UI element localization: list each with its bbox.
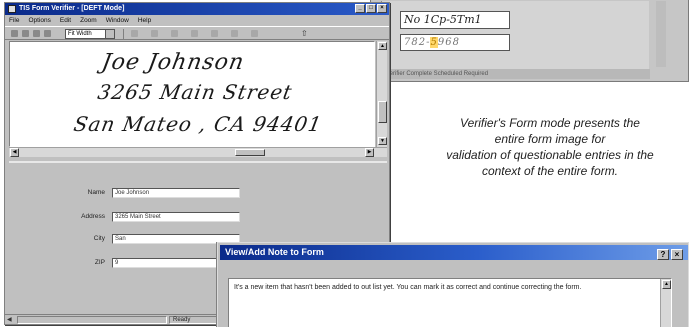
handwritten-city: San Mateo , CA 94401 [71,112,325,136]
snippet-field-2-part-1: 782- [404,37,431,48]
dialog-close-button[interactable]: × [671,249,683,260]
name-label: Name [87,189,105,196]
menu-window[interactable]: Window [106,15,129,26]
toolbar: Fit Width ⇧ [5,26,389,40]
caption-line: context of the entire form. [481,164,619,178]
scroll-right-arrow-icon[interactable]: ▶ [365,148,374,157]
close-button[interactable]: × [377,4,387,13]
image-horizontal-scrollbar[interactable]: ◀ ▶ [9,147,387,157]
menu-help[interactable]: Help [138,15,151,26]
address-field[interactable]: 3265 Main Street [112,212,240,222]
field-row-name: Name Joe Johnson [9,187,387,199]
mark-icon[interactable] [231,30,238,37]
zip-label: ZIP [94,259,105,266]
caption-text: Verifier's Form mode presents the entire… [405,115,689,179]
pin-icon[interactable]: ⇧ [301,30,308,38]
note-icon[interactable] [251,30,258,37]
handwritten-name: Joe Johnson [99,50,247,75]
menu-edit[interactable]: Edit [60,15,71,26]
background-window-pane: No 1Cp-5Tm1 782-5968 Verifier Complete S… [381,1,650,79]
app-icon [8,5,16,13]
dialog-title: View/Add Note to Form [225,247,324,257]
first-page-icon[interactable] [131,30,138,37]
maximize-button[interactable]: □ [366,4,376,13]
horizontal-scroll-thumb[interactable] [235,149,265,156]
menu-zoom[interactable]: Zoom [80,15,97,26]
city-label: City [93,235,105,242]
snippet-field-2[interactable]: 782-5968 [400,34,510,51]
scroll-left-arrow-icon[interactable]: ◀ [10,148,19,157]
help-button[interactable]: ? [657,249,669,260]
zoom-select[interactable]: Fit Width [65,29,115,39]
window-titlebar[interactable]: TIS Form Verifier - [DEFT Mode] _ □ × [5,3,389,15]
background-scrollbar[interactable] [656,1,666,67]
dialog-titlebar[interactable]: View/Add Note to Form ? × [220,245,688,260]
window-controls: _ □ × [355,4,387,13]
caption-line: Verifier's Form mode presents the [460,116,640,130]
snippet-highlight: 5 [430,37,438,48]
note-scroll-up-arrow-icon[interactable]: ▲ [662,280,671,289]
rotate-icon[interactable] [211,30,218,37]
note-text: It's a new item that hasn't been added t… [234,284,582,291]
scroll-thumb[interactable] [378,101,387,123]
forward-icon[interactable] [44,30,51,37]
menu-file[interactable]: File [9,15,19,26]
zoom-in-icon[interactable] [22,30,29,37]
background-window: No 1Cp-5Tm1 782-5968 Verifier Complete S… [370,0,689,82]
dialog-controls: ? × [657,249,683,260]
previous-page-icon[interactable] [151,30,158,37]
note-dialog: View/Add Note to Form ? × It's a new ite… [217,242,689,327]
scroll-down-arrow-icon[interactable]: ▼ [378,137,387,145]
caption-line: entire form image for [494,132,606,146]
scroll-up-arrow-icon[interactable]: ▲ [378,42,387,50]
zoom-out-icon[interactable] [11,30,18,37]
form-image-pane[interactable]: Joe Johnson 3265 Main Street San Mateo ,… [9,41,375,147]
status-arrow-icon: ◀ [7,317,12,323]
menu-options[interactable]: Options [28,15,50,26]
field-row-address: Address 3265 Main Street [9,211,387,223]
snippet-field-2-part-3: 968 [437,37,460,48]
status-cell-1 [17,316,167,324]
caption-line: validation of questionable entries in th… [446,148,654,162]
snippet-field-1[interactable]: No 1Cp-5Tm1 [400,11,510,29]
menu-bar: File Options Edit Zoom Window Help [5,15,389,26]
last-page-icon[interactable] [191,30,198,37]
name-field[interactable]: Joe Johnson [112,188,240,198]
back-icon[interactable] [33,30,40,37]
image-vertical-scrollbar[interactable]: ▲ ▼ [376,41,387,147]
background-status-bar: Verifier Complete Scheduled Required [382,69,650,79]
address-label: Address [81,213,105,220]
handwritten-address: 3265 Main Street [95,80,295,104]
window-title: TIS Form Verifier - [DEFT Mode] [19,5,125,12]
next-page-icon[interactable] [171,30,178,37]
note-textarea[interactable]: It's a new item that hasn't been added t… [228,278,672,327]
toolbar-separator [123,29,124,39]
note-scrollbar[interactable]: ▲ [660,279,671,327]
minimize-button[interactable]: _ [355,4,365,13]
